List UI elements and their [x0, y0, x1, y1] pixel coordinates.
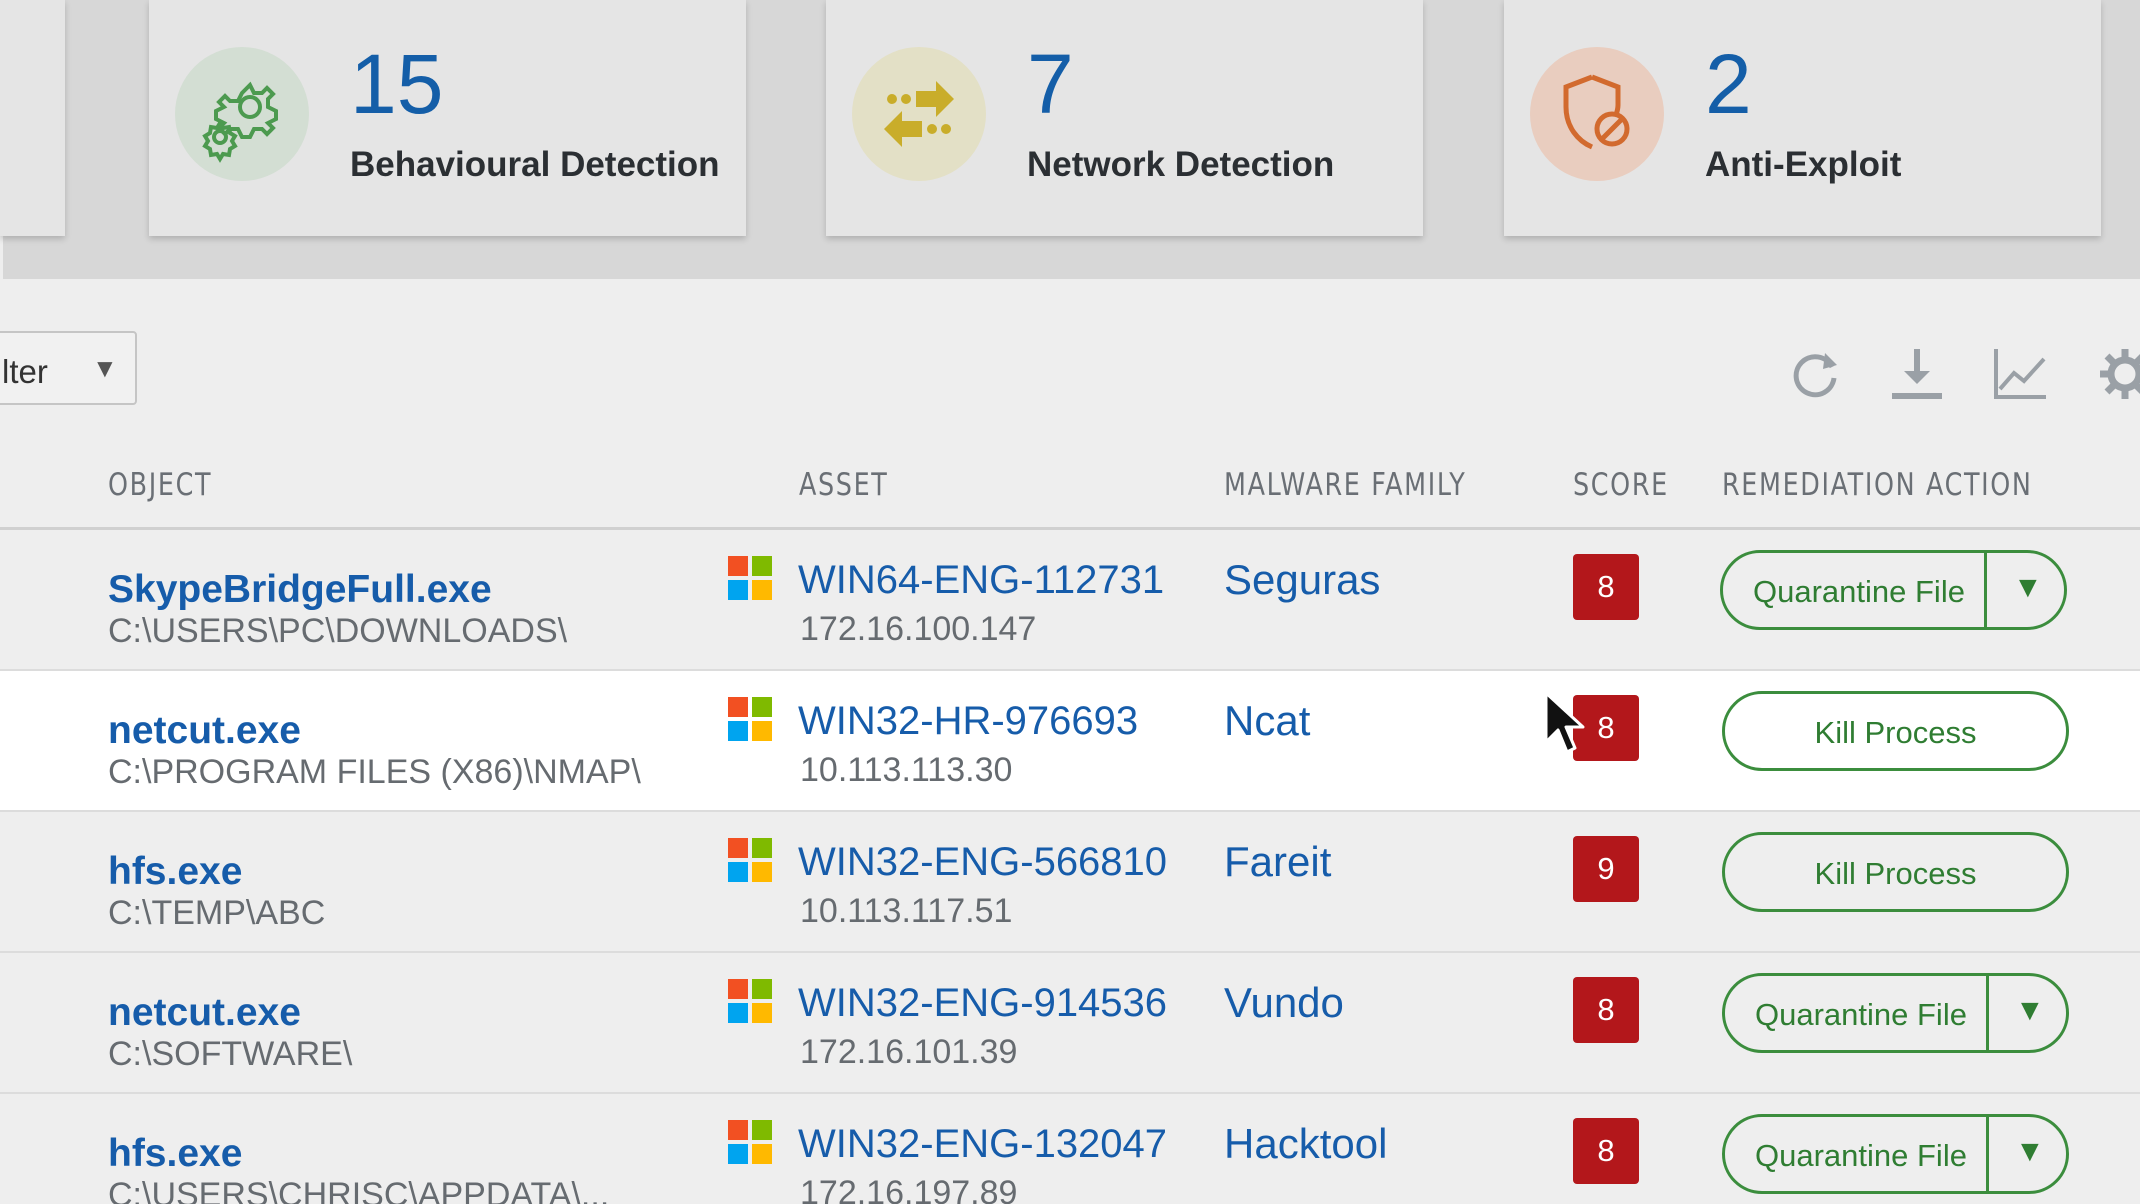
column-header-score[interactable]: SCORE [1573, 467, 1669, 503]
malware-family-link[interactable]: Hacktool [1224, 1120, 1387, 1168]
button-divider [1986, 976, 1989, 1050]
filter-dropdown[interactable]: lter ▼ [0, 331, 137, 405]
table-row[interactable]: hfs.exe C:\TEMP\ABC WIN32-ENG-566810 10.… [0, 812, 2140, 953]
refresh-icon[interactable] [1787, 345, 1845, 403]
score-badge: 8 [1573, 1118, 1639, 1184]
asset-name-link[interactable]: WIN64-ENG-112731 [798, 558, 1164, 603]
object-name-link[interactable]: hfs.exe [108, 1132, 242, 1176]
asset-name-link[interactable]: WIN32-HR-976693 [798, 699, 1138, 744]
chevron-down-icon[interactable]: ▼ [2015, 994, 2045, 1028]
anti-exploit-count: 2 [1705, 37, 1752, 131]
action-label: Kill Process [1814, 856, 1977, 891]
asset-ip: 172.16.197.89 [800, 1174, 1018, 1204]
kill-process-button[interactable]: Kill Process [1722, 832, 2069, 912]
object-path: C:\SOFTWARE\ [108, 1035, 353, 1073]
kill-process-button[interactable]: Kill Process [1722, 691, 2069, 771]
asset-ip: 10.113.117.51 [800, 892, 1013, 930]
windows-logo-icon [728, 838, 772, 882]
object-name-link[interactable]: netcut.exe [108, 709, 301, 753]
column-header-asset[interactable]: ASSET [799, 467, 888, 503]
asset-ip: 10.113.113.30 [800, 751, 1013, 789]
score-badge: 9 [1573, 836, 1639, 902]
object-path: C:\TEMP\ABC [108, 894, 326, 932]
quarantine-file-button[interactable]: Quarantine File ▼ [1720, 550, 2067, 630]
malware-family-link[interactable]: Ncat [1224, 697, 1310, 745]
gears-icon [175, 47, 309, 181]
network-detection-count: 7 [1027, 37, 1074, 131]
object-name-link[interactable]: hfs.exe [108, 850, 242, 894]
object-path: C:\USERS\CHRISC\APPDATA\... [108, 1176, 610, 1204]
action-label: Quarantine File [1755, 997, 1967, 1032]
score-badge: 8 [1573, 977, 1639, 1043]
button-divider [1986, 1117, 1989, 1191]
windows-logo-icon [728, 1120, 772, 1164]
windows-logo-icon [728, 697, 772, 741]
asset-ip: 172.16.100.147 [800, 610, 1037, 648]
chevron-down-icon[interactable]: ▼ [2013, 571, 2043, 605]
chevron-down-icon: ▼ [92, 353, 118, 383]
object-name-link[interactable]: SkypeBridgeFull.exe [108, 568, 492, 612]
asset-name-link[interactable]: WIN32-ENG-566810 [798, 840, 1167, 885]
column-header-object[interactable]: OBJECT [108, 467, 212, 503]
chart-icon[interactable] [1992, 345, 2050, 403]
asset-ip: 172.16.101.39 [800, 1033, 1018, 1071]
settings-icon[interactable] [2096, 345, 2140, 403]
asset-name-link[interactable]: WIN32-ENG-914536 [798, 981, 1167, 1026]
object-path: C:\USERS\PC\DOWNLOADS\ [108, 612, 568, 650]
button-divider [1984, 553, 1987, 627]
column-header-malware-family[interactable]: MALWARE FAMILY [1224, 467, 1466, 503]
malware-family-link[interactable]: Vundo [1224, 979, 1344, 1027]
asset-name-link[interactable]: WIN32-ENG-132047 [798, 1122, 1167, 1167]
network-detection-card[interactable]: 7 Network Detection [826, 0, 1423, 236]
column-header-remediation-action[interactable]: REMEDIATION ACTION [1722, 467, 2033, 503]
malware-family-link[interactable]: Seguras [1224, 556, 1380, 604]
action-label: Quarantine File [1753, 574, 1965, 609]
download-icon[interactable] [1888, 345, 1946, 403]
quarantine-file-button[interactable]: Quarantine File ▼ [1722, 1114, 2069, 1194]
behavioural-detection-count: 15 [350, 37, 444, 131]
object-name-link[interactable]: netcut.exe [108, 991, 301, 1035]
windows-logo-icon [728, 556, 772, 600]
chevron-down-icon[interactable]: ▼ [2015, 1135, 2045, 1169]
anti-exploit-card[interactable]: 2 Anti-Exploit [1504, 0, 2101, 236]
object-path: C:\PROGRAM FILES (X86)\NMAP\ [108, 753, 641, 791]
quarantine-file-button[interactable]: Quarantine File ▼ [1722, 973, 2069, 1053]
action-label: Quarantine File [1755, 1138, 1967, 1173]
network-detection-label: Network Detection [1027, 145, 1335, 184]
filter-label: lter [2, 353, 48, 390]
shield-block-icon [1530, 47, 1664, 181]
table-row[interactable]: netcut.exe C:\PROGRAM FILES (X86)\NMAP\ … [0, 671, 2140, 812]
summary-card-partial [0, 0, 65, 236]
score-badge: 8 [1573, 554, 1639, 620]
table-row[interactable]: hfs.exe C:\USERS\CHRISC\APPDATA\... WIN3… [0, 1094, 2140, 1204]
transfer-arrows-icon [852, 47, 986, 181]
action-label: Kill Process [1814, 715, 1977, 750]
behavioural-detection-card[interactable]: 15 Behavioural Detection [149, 0, 746, 236]
malware-family-link[interactable]: Fareit [1224, 838, 1331, 886]
windows-logo-icon [728, 979, 772, 1023]
behavioural-detection-label: Behavioural Detection [350, 145, 720, 184]
table-row[interactable]: SkypeBridgeFull.exe C:\USERS\PC\DOWNLOAD… [0, 530, 2140, 671]
table-row[interactable]: netcut.exe C:\SOFTWARE\ WIN32-ENG-914536… [0, 953, 2140, 1094]
mouse-pointer-icon [1544, 691, 1585, 754]
anti-exploit-label: Anti-Exploit [1705, 145, 1902, 184]
